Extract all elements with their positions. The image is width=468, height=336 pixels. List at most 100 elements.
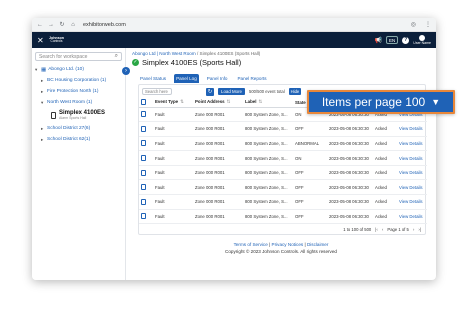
bookmark-icon[interactable]	[139, 136, 153, 152]
prev-page-icon[interactable]: ‹	[382, 227, 384, 232]
breadcrumb-link-north-west-room[interactable]: North West Room	[159, 51, 195, 56]
forward-icon[interactable]: →	[48, 22, 54, 28]
disclaimer-link[interactable]: Disclaimer	[307, 242, 328, 247]
extension-icon[interactable]: ◎	[411, 21, 416, 28]
cell-point-address: Zone 000 R001	[193, 107, 243, 123]
bookmark-icon[interactable]	[139, 194, 153, 210]
close-icon[interactable]: ✕	[37, 36, 45, 45]
first-page-icon[interactable]: |‹	[375, 227, 378, 232]
building-icon: ▦	[41, 66, 47, 73]
items-per-page-select[interactable]: Items per page 100 ▼	[307, 90, 455, 114]
column-label: State	[295, 99, 306, 105]
help-icon[interactable]: ?	[402, 36, 410, 44]
table-row[interactable]: Fault Zone 000 R001 800 System Zone, S... O…	[139, 194, 427, 210]
column-header-event-type[interactable]: Event Type ⇅	[153, 98, 193, 108]
tree-item-school-district-62[interactable]: ▸ School District 62(1)	[35, 134, 125, 145]
view-details-link[interactable]: View Details	[397, 194, 427, 210]
cell-status: Acked	[373, 165, 397, 181]
tree-item-selected-panel[interactable]: Simplex 4100ES Alarm Sports Hall	[51, 108, 125, 123]
bookmark-header-icon	[139, 98, 153, 108]
cell-status: Acked	[373, 136, 397, 152]
tree-item-school-district-27[interactable]: ▸ School District 27(6)	[35, 123, 125, 134]
bookmark-icon[interactable]	[139, 209, 153, 225]
back-icon[interactable]: ←	[37, 22, 43, 28]
logo-line2: Controls	[50, 39, 63, 44]
pagination: 1 to 100 of 500 |‹ ‹ Page 1 of 5 › ›|	[139, 224, 425, 234]
cell-state: OFF	[293, 179, 327, 196]
table-row[interactable]: Fault Zone 000 R001 800 System Zone, S... O…	[139, 179, 427, 196]
view-details-link[interactable]: View Details	[397, 165, 427, 181]
tree-item-label: North West Room (1)	[47, 100, 93, 105]
caret-down-icon: ▼	[431, 97, 441, 107]
column-header-point-address[interactable]: Point Address ⇅	[193, 98, 243, 108]
cell-label: 800 System Zone, S...	[243, 179, 293, 196]
log-table-body: Fault Zone 000 R001 800 System Zone, S... O…	[139, 107, 427, 225]
view-details-link[interactable]: View Details	[397, 121, 427, 137]
view-details-link[interactable]: View Details	[397, 150, 427, 166]
bookmark-icon[interactable]	[139, 121, 153, 137]
search-placeholder: Search for workspace	[39, 53, 88, 60]
column-header-label[interactable]: Label ⇅	[243, 98, 293, 108]
view-details-link[interactable]: View Details	[397, 179, 427, 196]
last-page-icon[interactable]: ›|	[418, 227, 421, 232]
load-more-button[interactable]: Load More	[218, 88, 245, 95]
terms-link[interactable]: Terms of Service	[234, 242, 268, 247]
tree-item-fire-protection[interactable]: ▸ Fire Protection North (1)	[35, 86, 125, 97]
next-page-icon[interactable]: ›	[413, 227, 415, 232]
table-row[interactable]: Fault Zone 000 R001 800 System Zone, S... O…	[139, 121, 427, 137]
avatar-icon	[419, 34, 426, 41]
column-label: Label	[245, 99, 257, 105]
column-label: Event Type	[155, 99, 179, 105]
user-name: User Name	[413, 40, 431, 45]
view-details-link[interactable]: View Details	[397, 136, 427, 152]
search-icon[interactable]: ⌕	[115, 53, 118, 60]
cell-time: 2023-05-08 06:30:30	[327, 165, 373, 181]
cell-state: ON	[293, 150, 327, 166]
refresh-icon[interactable]: ↻	[206, 87, 214, 96]
tree-item-label: Abongo Ltd. (10)	[48, 67, 84, 72]
log-search-input[interactable]: Search here	[142, 88, 172, 95]
tab-panel-reports[interactable]: Panel Reports	[235, 74, 268, 83]
reload-icon[interactable]: ↻	[59, 21, 65, 28]
breadcrumb-link-abongo[interactable]: Abongo Ltd	[132, 51, 156, 56]
panel-tabs: Panel Status Panel Log Panel Info Panel …	[138, 74, 430, 83]
breadcrumb-current: / Simplex 4100ES (Sports Hall)	[196, 51, 261, 56]
tree-item-label: School District 27(6)	[47, 126, 91, 131]
tree-item-north-west-room[interactable]: ▾ North West Room (1)	[35, 97, 125, 108]
workspace-search-input[interactable]: Search for workspace ⌕	[35, 52, 122, 61]
cell-state: OFF	[293, 121, 327, 137]
tab-panel-status[interactable]: Panel Status	[138, 74, 168, 83]
table-row[interactable]: Fault Zone 000 R001 800 System Zone, S... A…	[139, 136, 427, 152]
copyright-text: Copyright © 2023 Johnson Controls. All r…	[225, 248, 337, 254]
home-icon[interactable]: ⌂	[70, 22, 76, 28]
cell-event-type: Fault	[153, 179, 193, 196]
bookmark-icon[interactable]	[139, 179, 153, 196]
bookmark-icon[interactable]	[139, 107, 153, 123]
menu-icon[interactable]: ⋮	[425, 21, 431, 28]
language-select[interactable]: EN	[386, 36, 399, 44]
collapse-sidebar-button[interactable]: ›	[122, 67, 130, 75]
tab-panel-log[interactable]: Panel Log	[174, 74, 199, 83]
cell-time: 2023-05-08 06:30:30	[327, 194, 373, 210]
table-row[interactable]: Fault Zone 000 R001 800 System Zone, S... O…	[139, 209, 427, 225]
cell-point-address: Zone 000 R001	[193, 121, 243, 137]
bookmark-icon[interactable]	[139, 150, 153, 166]
tab-panel-info[interactable]: Panel Info	[205, 74, 230, 83]
cell-time: 2023-05-08 06:30:30	[327, 136, 373, 152]
bookmark-icon[interactable]	[139, 165, 153, 181]
view-details-link[interactable]: View Details	[397, 209, 427, 225]
cell-event-type: Fault	[153, 209, 193, 225]
tree-item-bc-housing[interactable]: ▸ BC Housing Corporation (1)	[35, 75, 125, 86]
hide-button[interactable]: Hide	[288, 88, 302, 95]
table-row[interactable]: Fault Zone 000 R001 800 System Zone, S... O…	[139, 165, 427, 181]
tree-item-abongo[interactable]: ▾ ▦ Abongo Ltd. (10)	[35, 64, 125, 75]
user-menu[interactable]: User Name	[413, 34, 431, 46]
cell-time: 2023-05-08 06:30:30	[327, 179, 373, 196]
tree-item-label: BC Housing Corporation (1)	[47, 78, 107, 83]
table-row[interactable]: Fault Zone 000 R001 800 System Zone, S... O…	[139, 150, 427, 166]
page-title: Simplex 4100ES (Sports Hall)	[142, 58, 242, 67]
address-bar[interactable]: exhibitorweb.com	[83, 22, 402, 28]
cell-label: 800 System Zone, S...	[243, 121, 293, 137]
privacy-link[interactable]: Privacy Notices	[272, 242, 304, 247]
megaphone-icon[interactable]: 📢	[375, 37, 382, 44]
